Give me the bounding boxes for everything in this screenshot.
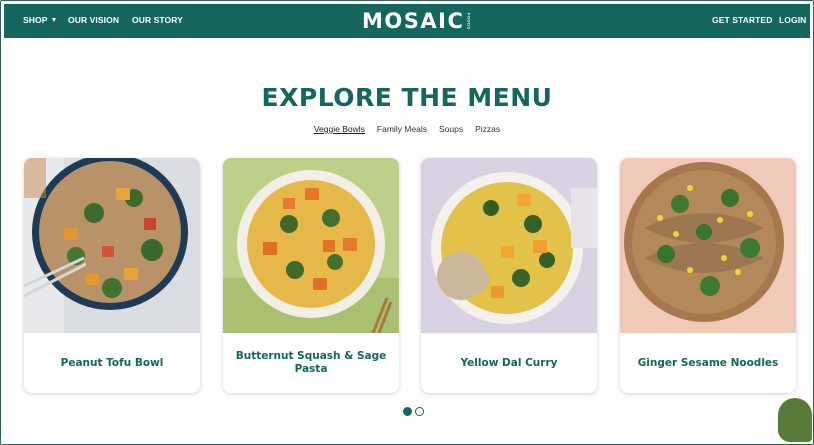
menu-card-ginger-sesame-noodles[interactable]: Ginger Sesame Noodles: [620, 158, 796, 393]
peanut-tofu-bowl-photo: [24, 158, 200, 333]
yellow-dal-curry-photo: [421, 158, 597, 333]
card-title: Yellow Dal Curry: [460, 356, 558, 369]
ginger-sesame-noodles-photo: [620, 158, 796, 333]
logo-subtext: FOODS: [466, 13, 472, 30]
carousel-dot-2[interactable]: [415, 407, 424, 416]
menu-card-peanut-tofu-bowl[interactable]: Peanut Tofu Bowl: [24, 158, 200, 393]
shop-menu[interactable]: SHOP ▼: [23, 15, 58, 25]
menu-card-butternut-squash-sage-pasta[interactable]: Butternut Squash & Sage Pasta: [223, 158, 399, 393]
our-story-link[interactable]: OUR STORY: [132, 15, 183, 25]
tab-veggie-bowls[interactable]: Veggie Bowls: [314, 124, 365, 134]
logo-wordmark: MOSAIC: [362, 9, 465, 33]
get-started-link[interactable]: GET STARTED: [712, 15, 772, 25]
tab-pizzas[interactable]: Pizzas: [475, 124, 500, 134]
menu-card-yellow-dal-curry[interactable]: Yellow Dal Curry: [421, 158, 597, 393]
login-link[interactable]: LOGIN: [779, 15, 806, 25]
card-title: Butternut Squash & Sage Pasta: [235, 350, 387, 375]
decorative-leaf-shape: [778, 398, 812, 442]
tab-soups[interactable]: Soups: [439, 124, 463, 134]
shop-label: SHOP: [23, 15, 48, 25]
menu-category-tabs: Veggie Bowls Family Meals Soups Pizzas: [0, 124, 814, 134]
top-nav: SHOP ▼ OUR VISION OUR STORY MOSAIC FOODS …: [4, 4, 810, 38]
caret-down-icon: ▼: [50, 17, 58, 24]
butternut-squash-pasta-photo: [223, 158, 399, 333]
mosaic-logo[interactable]: MOSAIC FOODS: [362, 7, 471, 35]
our-vision-link[interactable]: OUR VISION: [68, 15, 119, 25]
card-title: Peanut Tofu Bowl: [60, 356, 164, 369]
card-title: Ginger Sesame Noodles: [637, 356, 779, 369]
page-title: EXPLORE THE MENU: [261, 83, 553, 112]
carousel-dot-1[interactable]: [403, 407, 412, 416]
tab-family-meals[interactable]: Family Meals: [377, 124, 427, 134]
